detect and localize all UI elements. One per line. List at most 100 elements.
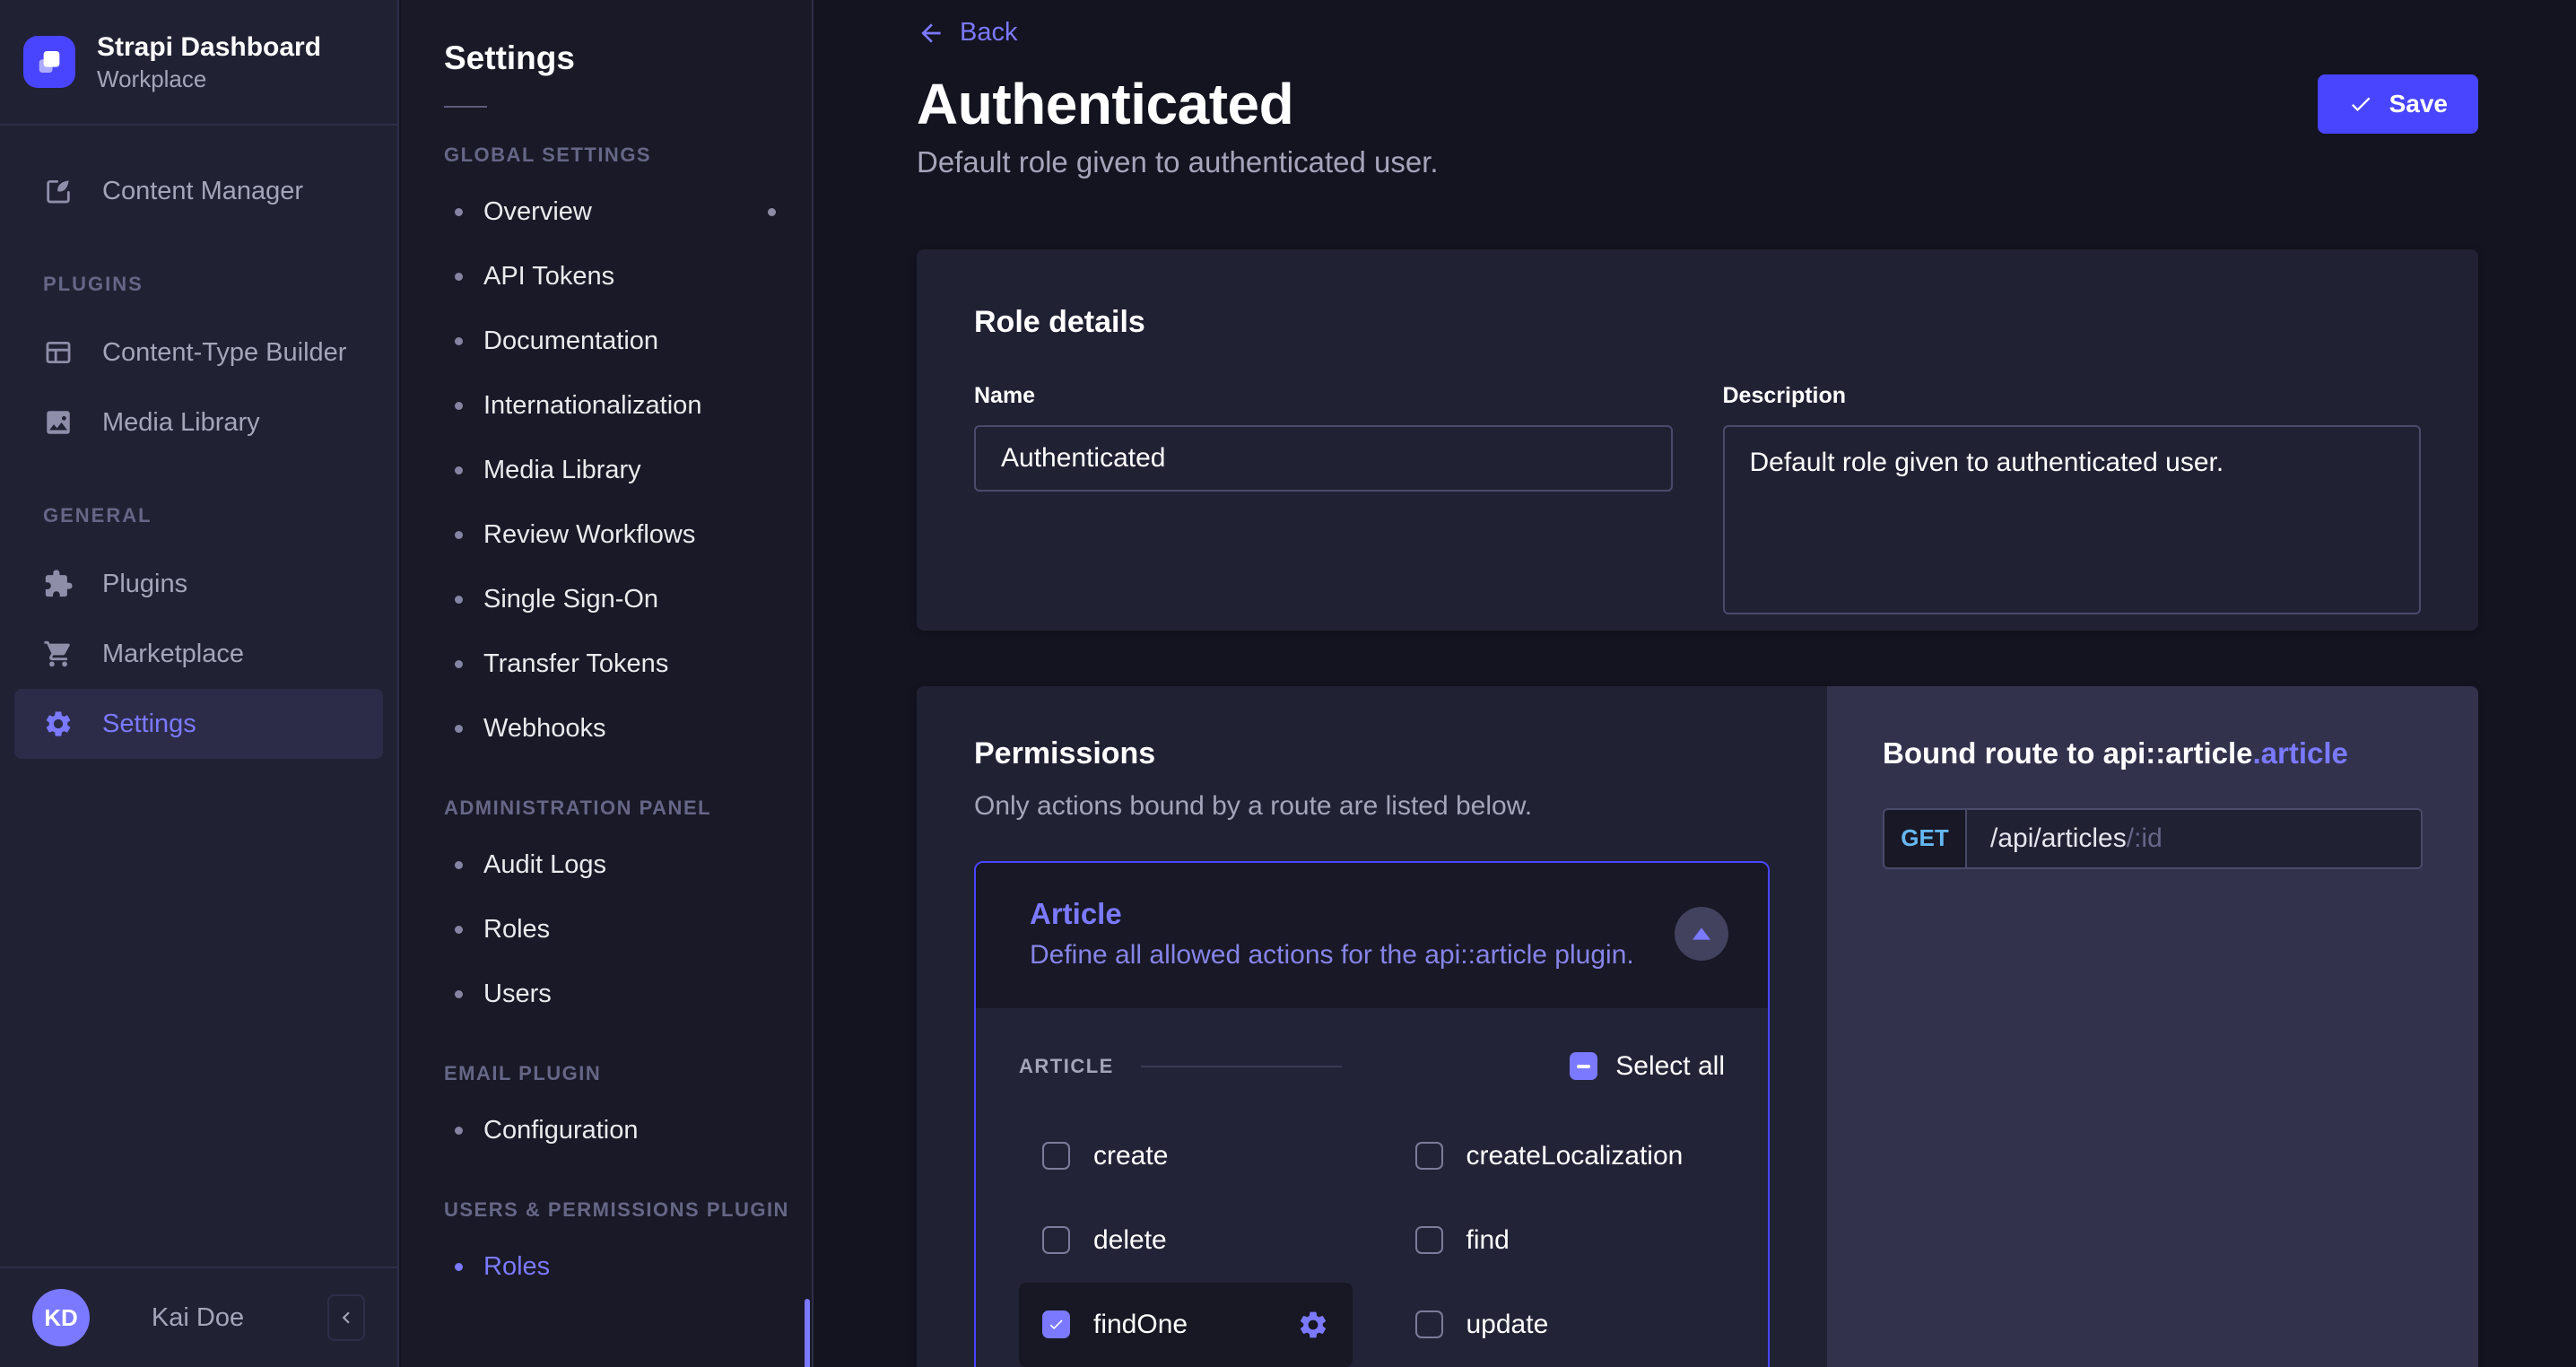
- nav-item-content-type-builder[interactable]: Content-Type Builder: [14, 318, 383, 387]
- subnav-item-configuration[interactable]: Configuration: [401, 1098, 812, 1162]
- nav-item-content-manager[interactable]: Content Manager: [14, 156, 383, 226]
- description-textarea[interactable]: Default role given to authenticated user…: [1722, 424, 2421, 614]
- subnav-item-api-tokens[interactable]: API Tokens: [401, 244, 812, 309]
- subnav-item-admin-roles[interactable]: Roles: [401, 897, 812, 962]
- bullet-icon: [455, 659, 463, 668]
- user-menu[interactable]: KD Kai Doe: [32, 1289, 306, 1346]
- permission-row-create-localization[interactable]: createLocalization: [1392, 1114, 1726, 1198]
- subnav-section-header: USERS & PERMISSIONS PLUGIN: [444, 1198, 789, 1221]
- subnav-item-review-workflows[interactable]: Review Workflows: [401, 502, 812, 567]
- subnav-item-label: Configuration: [483, 1115, 639, 1145]
- permission-settings-button[interactable]: [1297, 1309, 1329, 1341]
- permission-row-find-one[interactable]: findOne: [1019, 1282, 1353, 1367]
- subnav-item-label: Roles: [483, 914, 551, 944]
- subnav-header: Settings: [401, 0, 812, 108]
- bullet-icon: [455, 530, 463, 539]
- role-details-heading: Role details: [974, 304, 1145, 339]
- subnav-title: Settings: [444, 39, 575, 76]
- article-accordion: Article Define all allowed actions for t…: [974, 860, 1770, 1367]
- route-method-badge: GET: [1884, 809, 1967, 867]
- article-accordion-body: ARTICLE Select all create createLocaliza…: [976, 1007, 1768, 1367]
- accordion-header-text: Article Define all allowed actions for t…: [1030, 897, 1634, 971]
- subnav-section-administration: ADMINISTRATION PANEL Audit Logs Roles Us…: [401, 797, 812, 1026]
- back-arrow-icon: [917, 19, 945, 48]
- subnav-item-label: Transfer Tokens: [483, 649, 669, 678]
- permission-row-update[interactable]: update: [1392, 1283, 1726, 1367]
- nav-section-plugins: PLUGINS: [43, 273, 144, 295]
- subnav-item-overview[interactable]: Overview: [401, 179, 812, 244]
- nav-item-settings[interactable]: Settings: [14, 689, 383, 759]
- subnav-item-single-sign-on[interactable]: Single Sign-On: [401, 567, 812, 631]
- app-title: Strapi Dashboard: [97, 32, 322, 62]
- checkbox-update[interactable]: [1414, 1310, 1443, 1338]
- puzzle-icon: [43, 569, 74, 599]
- checkbox-create[interactable]: [1042, 1142, 1070, 1170]
- subnav-item-users[interactable]: Users: [401, 962, 812, 1026]
- bound-route-title-prefix: Bound route to: [1883, 736, 2103, 770]
- permissions-section: Permissions Only actions bound by a rout…: [917, 685, 2478, 1367]
- checkbox-delete[interactable]: [1042, 1226, 1070, 1254]
- name-label: Name: [974, 382, 1036, 408]
- route-display: GET /api/articles/:id: [1883, 807, 2423, 869]
- chevron-left-icon: [335, 1306, 358, 1329]
- main-sidebar: Strapi Dashboard Workplace Content Manag…: [0, 0, 399, 1367]
- subnav-section-users-permissions: USERS & PERMISSIONS PLUGIN Roles: [401, 1198, 812, 1299]
- checkbox-find-one[interactable]: [1042, 1310, 1070, 1338]
- subnav-item-label: Documentation: [483, 326, 659, 355]
- bullet-icon: [455, 860, 463, 869]
- subnav-item-audit-logs[interactable]: Audit Logs: [401, 832, 812, 897]
- subnav-item-up-roles[interactable]: Roles: [401, 1234, 812, 1299]
- permissions-panel: Permissions Only actions bound by a rout…: [917, 685, 1827, 1367]
- bullet-icon: [455, 925, 463, 934]
- bullet-icon: [455, 336, 463, 345]
- subnav-scrollbar-thumb[interactable]: [805, 1299, 810, 1367]
- role-details-card: Role details Name Description Default ro…: [917, 248, 2478, 631]
- nav-item-label: Media Library: [102, 407, 260, 437]
- collapse-sidebar-button[interactable]: [327, 1294, 365, 1341]
- checkbox-find[interactable]: [1414, 1226, 1443, 1254]
- route-path: /api/articles/:id: [1967, 809, 2421, 867]
- accordion-title: Article: [1030, 896, 1122, 930]
- subnav-section-email: EMAIL PLUGIN Configuration: [401, 1062, 812, 1162]
- subnav-item-transfer-tokens[interactable]: Transfer Tokens: [401, 631, 812, 696]
- route-path-param: /:id: [2126, 823, 2163, 853]
- subnav-item-label: Review Workflows: [483, 519, 696, 549]
- select-all-label: Select all: [1615, 1050, 1725, 1081]
- nav-section-general: GENERAL: [43, 504, 152, 527]
- permission-row-create[interactable]: create: [1019, 1114, 1353, 1198]
- subnav-item-media-library[interactable]: Media Library: [401, 438, 812, 502]
- subnav-item-internationalization[interactable]: Internationalization: [401, 373, 812, 438]
- subnav-item-label: Audit Logs: [483, 849, 607, 879]
- nav-item-label: Content Manager: [102, 176, 304, 205]
- description-field-group: Description Default role given to authen…: [1722, 383, 2421, 619]
- name-input[interactable]: [974, 424, 1673, 492]
- accordion-collapse-button[interactable]: [1675, 906, 1728, 961]
- permission-row-find[interactable]: find: [1392, 1198, 1726, 1283]
- nav-item-label: Settings: [102, 709, 196, 738]
- role-details-fields: Name Description Default role given to a…: [974, 383, 2421, 619]
- save-label: Save: [2389, 89, 2448, 118]
- avatar: KD: [32, 1289, 90, 1346]
- cart-icon: [43, 639, 74, 669]
- subnav-item-label: Webhooks: [483, 713, 606, 743]
- nav-item-plugins[interactable]: Plugins: [14, 549, 383, 619]
- article-accordion-header[interactable]: Article Define all allowed actions for t…: [976, 862, 1768, 1008]
- subnav-item-documentation[interactable]: Documentation: [401, 309, 812, 373]
- nav-item-marketplace[interactable]: Marketplace: [14, 619, 383, 689]
- subnav-item-label: Internationalization: [483, 390, 702, 420]
- workspace-switcher[interactable]: Strapi Dashboard Workplace: [0, 0, 397, 126]
- permission-checkbox-grid: create createLocalization delete find fi…: [1019, 1114, 1725, 1367]
- subnav-item-label: Single Sign-On: [483, 584, 659, 614]
- bound-route-panel: Bound route to api::article.article GET …: [1827, 685, 2478, 1367]
- content-manager-icon: [43, 176, 74, 206]
- subnav-item-webhooks[interactable]: Webhooks: [401, 696, 812, 761]
- group-divider: [1140, 1065, 1343, 1067]
- select-all-checkbox[interactable]: [1570, 1052, 1598, 1080]
- subnav-item-label: API Tokens: [483, 261, 615, 291]
- sidebar-footer: KD Kai Doe: [0, 1267, 397, 1367]
- checkbox-create-localization[interactable]: [1414, 1142, 1443, 1170]
- save-button[interactable]: Save: [2317, 74, 2478, 134]
- nav-item-media-library[interactable]: Media Library: [14, 387, 383, 457]
- permission-row-delete[interactable]: delete: [1019, 1198, 1353, 1283]
- back-link[interactable]: Back: [917, 18, 1017, 48]
